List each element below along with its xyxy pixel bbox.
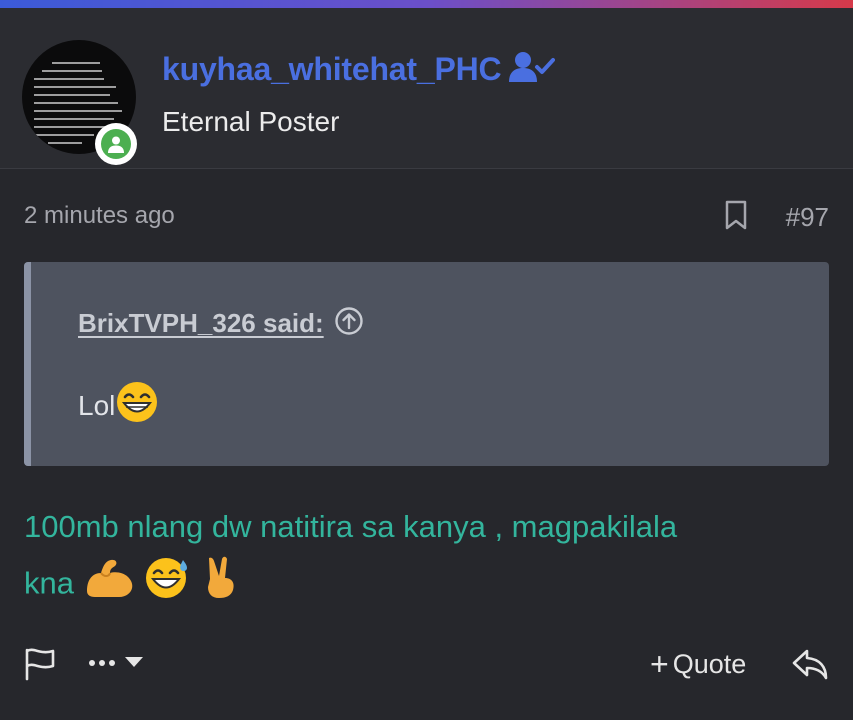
quote-accent-bar: [24, 262, 31, 466]
post-meta: 2 minutes ago #97: [0, 192, 853, 240]
online-status-badge: [95, 123, 137, 165]
avatar-text-line: [34, 78, 104, 80]
avatar-text-line: [34, 126, 106, 128]
user-title: Eternal Poster: [162, 106, 340, 137]
username-row: kuyhaa_whitehat_PHC: [162, 50, 556, 89]
quote-text-content: Lol: [78, 389, 116, 421]
flexed-biceps-emoji-icon: [83, 555, 135, 616]
post-author-header: kuyhaa_whitehat_PHC Eternal Poster: [0, 8, 853, 169]
avatar-text-line: [52, 62, 100, 64]
message-line: kna: [24, 565, 74, 601]
avatar-text-line: [34, 102, 118, 104]
avatar-text-line: [34, 86, 116, 88]
quote-button[interactable]: + Quote: [650, 644, 746, 684]
avatar-text-line: [42, 70, 102, 72]
plus-icon: +: [650, 645, 669, 682]
avatar-text-line: [34, 110, 122, 112]
post-number-link[interactable]: #97: [786, 202, 829, 233]
avatar-text-line: [34, 134, 94, 136]
username-link[interactable]: kuyhaa_whitehat_PHC: [162, 51, 502, 88]
post-actions-bar: + Quote: [0, 638, 853, 690]
avatar-text-line: [34, 118, 114, 120]
more-actions-button[interactable]: [88, 644, 144, 684]
message-line-with-emoji: kna: [24, 554, 824, 617]
more-dots-icon: [88, 655, 118, 673]
quote-text: Lol: [78, 380, 159, 431]
quote-author-link[interactable]: BrixTVPH_326 said:: [78, 308, 324, 339]
user-online-icon: [101, 129, 131, 159]
avatar-text-line: [48, 142, 82, 144]
report-flag-icon[interactable]: [22, 646, 58, 682]
top-accent-bar: [0, 0, 853, 8]
avatar-text-line: [34, 94, 110, 96]
grinning-face-emoji-icon: [115, 380, 159, 431]
post-timestamp[interactable]: 2 minutes ago: [24, 202, 175, 230]
post-message: 100mb nlang dw natitira sa kanya , magpa…: [24, 500, 824, 617]
verified-user-icon: [509, 50, 556, 89]
reply-arrow-icon[interactable]: [790, 644, 830, 684]
message-line: 100mb nlang dw natitira sa kanya , magpa…: [24, 509, 678, 544]
quote-button-label: Quote: [672, 648, 747, 679]
quote-block: BrixTVPH_326 said: Lol: [24, 262, 829, 466]
bookmark-icon[interactable]: [722, 200, 750, 230]
jump-to-quote-icon[interactable]: [334, 306, 364, 341]
victory-hand-emoji-icon: [200, 554, 240, 617]
quote-attribution: BrixTVPH_326 said:: [78, 306, 364, 341]
grinning-sweat-emoji-icon: [143, 554, 191, 617]
caret-down-icon: [124, 655, 144, 673]
